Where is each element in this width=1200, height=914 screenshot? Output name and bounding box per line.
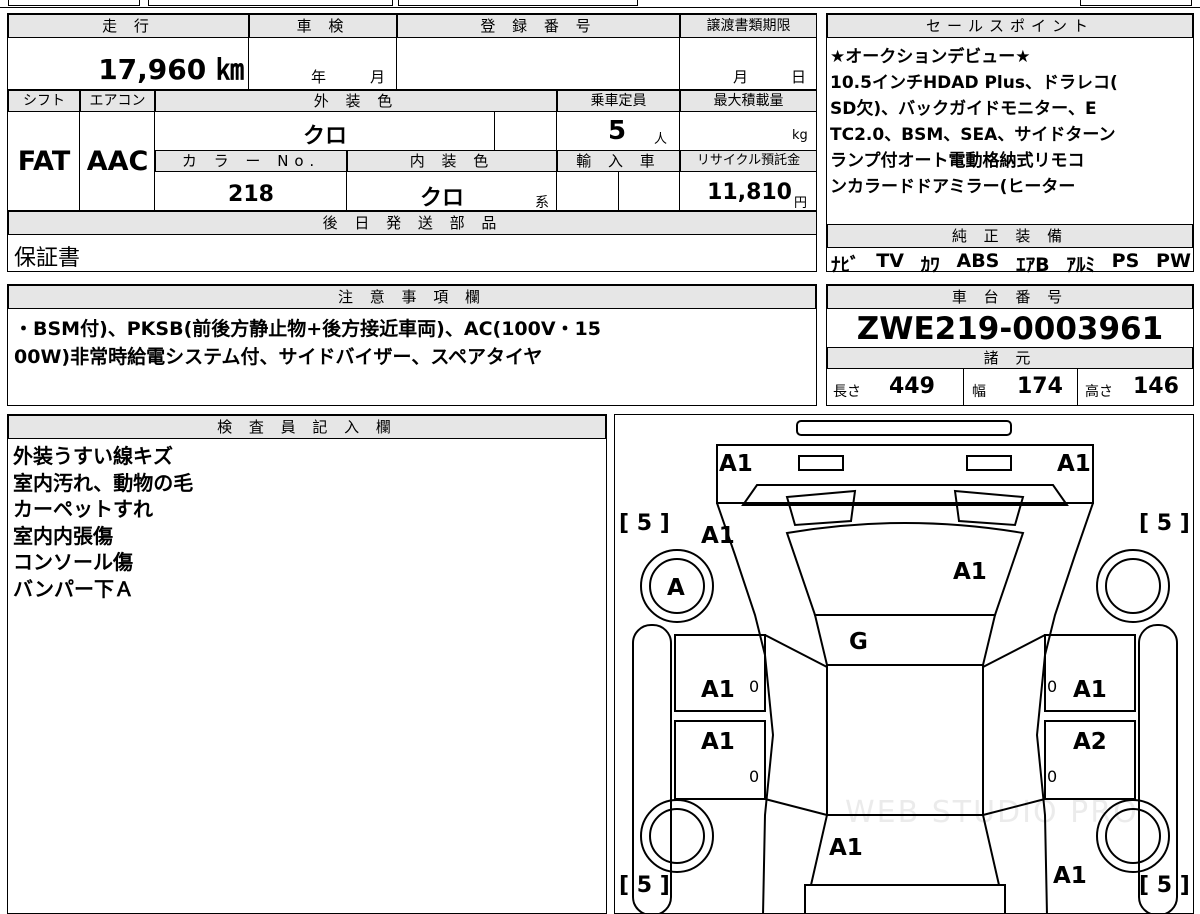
chassis-label: 車 台 番 号 <box>827 285 1193 309</box>
sales-points-text: ★オークションデビュー★ 10.5インチHDAD Plus、ドラレコ( SD欠)… <box>830 44 1192 200</box>
vehicle-info-grid: 走 行 車 検 登 録 番 号 譲渡書類期限 17,960 ㎞ 年 月 月 日 … <box>7 13 817 272</box>
ext-color-value: クロ <box>302 124 347 149</box>
notes-label: 注 意 事 項 欄 <box>8 285 816 309</box>
int-color-suffix: 系 <box>535 195 549 211</box>
recycle-value: 11,810 <box>707 180 792 205</box>
equipment-item: ABS <box>956 250 1000 272</box>
zero-mark: 0 <box>1047 767 1058 786</box>
color-no-value: 218 <box>228 182 274 207</box>
int-color-value: クロ <box>419 186 464 211</box>
shaken-label: 車 検 <box>249 14 397 38</box>
equipment-item: PW <box>1156 250 1191 272</box>
later-parts-value: 保証書 <box>14 246 81 271</box>
mark-fr-door: A1 <box>1073 677 1107 703</box>
equipment-list: ﾅﾋﾞ TV ｶﾜ ABS ｴｱB ｱﾙﾐ PS PW <box>831 250 1191 276</box>
sales-points-box: セールスポイント ★オークションデビュー★ 10.5インチHDAD Plus、ド… <box>826 13 1194 276</box>
shaken-month: 月 <box>370 68 386 86</box>
transfer-label: 譲渡書類期限 <box>680 14 817 38</box>
load-label: 最大積載量 <box>680 90 817 112</box>
inspector-line: バンパー下Ａ <box>13 576 134 601</box>
sales-line: ランプ付オート電動格納式リモコ <box>830 151 1085 171</box>
inspector-line: コンソール傷 <box>13 550 133 574</box>
car-damage-diagram: A1 A1 A1 A1 A G A1 A1 A1 A2 A1 A1 [ 5 ] … <box>614 414 1194 914</box>
ext-color-label: 外 装 色 <box>155 90 557 112</box>
equipment-item: ｶﾜ <box>920 254 940 276</box>
inspector-label: 検 査 員 記 入 欄 <box>8 415 606 439</box>
mark-fl-door: A1 <box>701 677 735 703</box>
transfer-day: 日 <box>791 68 807 86</box>
mark-fl-fender: A1 <box>701 523 735 549</box>
later-parts-label: 後 日 発 送 部 品 <box>8 211 817 235</box>
mark-rr-door: A2 <box>1073 729 1107 755</box>
registration-label: 登 録 番 号 <box>397 14 680 38</box>
recycle-label: リサイクル預託金 <box>680 150 817 172</box>
tire-rl: 5 <box>636 873 653 898</box>
mark-rl-door: A1 <box>701 729 735 755</box>
height-value: 146 <box>1133 374 1179 399</box>
zero-mark: 0 <box>749 677 760 696</box>
inspector-line: 外装うすい線キズ <box>13 444 173 468</box>
zero-mark: 0 <box>1047 677 1058 696</box>
ac-value: AAC <box>86 146 149 177</box>
tire-fl: 5 <box>636 511 653 536</box>
transfer-month: 月 <box>733 68 749 86</box>
notes-line: 00W)非常時給電システム付、サイドバイザー、スペアタイヤ <box>14 346 543 368</box>
chassis-box: 車 台 番 号 ZWE219-0003961 諸 元 長さ 449 幅 174 … <box>826 284 1194 406</box>
sales-points-label: セールスポイント <box>827 14 1193 38</box>
registration-value <box>397 38 680 90</box>
mark-rear-glass: A1 <box>829 835 863 861</box>
sales-line: ンカラードドアミラー(ヒーター <box>830 177 1076 197</box>
equipment-item: TV <box>876 250 904 272</box>
int-color-label: 内 装 色 <box>347 150 557 172</box>
capacity-unit: 人 <box>654 132 668 147</box>
sales-line: ★オークションデビュー★ <box>830 47 1031 67</box>
sales-line: TC2.0、BSM、SEA、サイドターン <box>830 125 1116 145</box>
equipment-item: PS <box>1111 250 1140 272</box>
inspector-line: カーペットすれ <box>13 497 153 521</box>
sales-line: SD欠)、バックガイドモニター、E <box>830 99 1097 119</box>
equipment-item: ｴｱB <box>1016 254 1050 276</box>
height-label: 高さ <box>1085 384 1113 400</box>
recycle-unit: 円 <box>794 196 808 211</box>
length-label: 長さ <box>833 384 861 400</box>
equipment-item: ｱﾙﾐ <box>1066 254 1095 276</box>
capacity-value: 5 <box>608 116 627 146</box>
tire-fr: 5 <box>1156 511 1173 536</box>
load-unit: kg <box>792 128 808 143</box>
shaken-year: 年 <box>311 68 327 86</box>
mileage-label: 走 行 <box>8 14 249 38</box>
notes-box: 注 意 事 項 欄 ・BSM付)、PKSB(前後方静止物+後方接近車両)、AC(… <box>7 284 817 406</box>
zero-mark: 0 <box>749 767 760 786</box>
specs-label: 諸 元 <box>827 347 1193 369</box>
mark-front-right: A1 <box>1057 451 1091 477</box>
ac-label: エアコン <box>80 90 155 112</box>
notes-line: ・BSM付)、PKSB(前後方静止物+後方接近車両)、AC(100V・15 <box>14 318 601 340</box>
watermark: WEB STUDIO PRO <box>845 795 1139 830</box>
capacity-label: 乗車定員 <box>557 90 680 112</box>
mark-rr-fender: A1 <box>1053 863 1087 889</box>
mark-front-left: A1 <box>719 451 753 477</box>
sales-line: 10.5インチHDAD Plus、ドラレコ( <box>830 73 1118 93</box>
shift-label: シフト <box>8 90 80 112</box>
inspector-line: 室内汚れ、動物の毛 <box>13 470 194 495</box>
mileage-value: 17,960 ㎞ <box>98 53 244 86</box>
inspector-box: 検 査 員 記 入 欄 外装うすい線キズ 室内汚れ、動物の毛 カーペットすれ 室… <box>7 414 607 914</box>
import-label: 輸 入 車 <box>557 150 680 172</box>
top-strip <box>0 0 1200 8</box>
length-value: 449 <box>889 374 935 399</box>
equipment-label: 純 正 装 備 <box>827 224 1193 248</box>
color-no-label: カ ラ ー No. <box>155 150 347 172</box>
tire-rr: 5 <box>1156 873 1173 898</box>
mark-windshield: A1 <box>953 559 987 585</box>
width-value: 174 <box>1017 374 1063 399</box>
chassis-number: ZWE219-0003961 <box>856 311 1164 347</box>
equipment-item: ﾅﾋﾞ <box>831 254 860 276</box>
inspector-line: 室内内張傷 <box>13 523 113 548</box>
mark-fl-wheel: A <box>667 575 685 601</box>
car-outline <box>632 420 1178 913</box>
width-label: 幅 <box>972 384 986 400</box>
mark-roof: G <box>849 629 868 655</box>
shift-value: FAT <box>17 146 71 177</box>
